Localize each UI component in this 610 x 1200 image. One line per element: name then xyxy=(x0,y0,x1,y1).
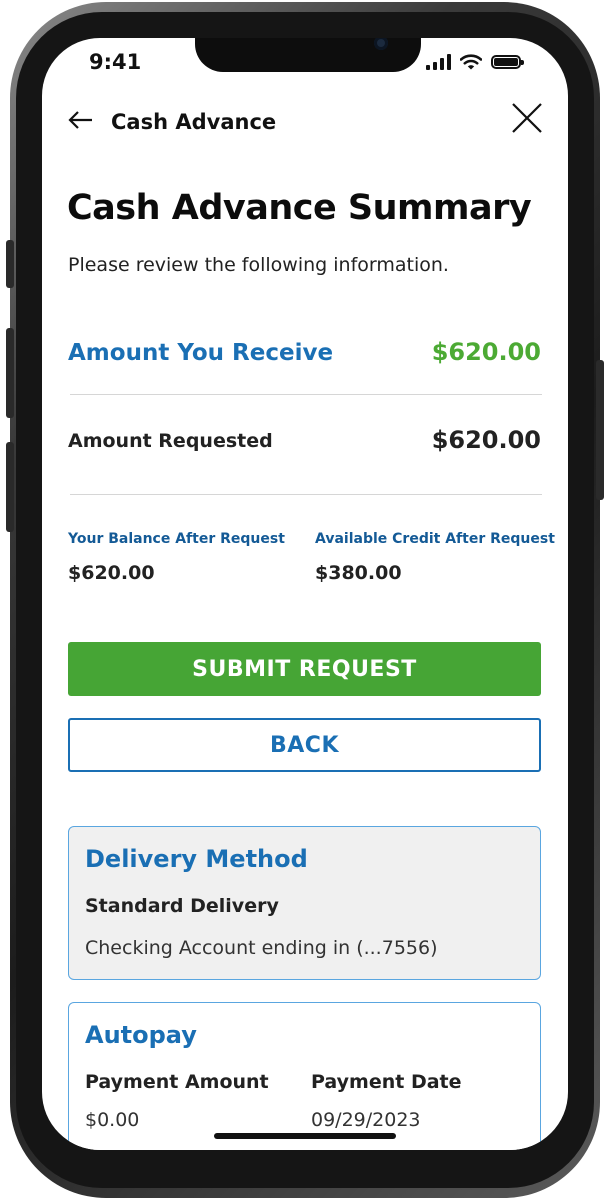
arrow-left-icon[interactable] xyxy=(68,108,94,132)
cellular-signal-icon xyxy=(426,54,451,70)
volume-down-button xyxy=(6,442,14,532)
delivery-account: Checking Account ending in (...7556) xyxy=(85,937,438,959)
autopay-card: Autopay Payment Amount Payment Date $0.0… xyxy=(68,1002,541,1150)
page-title: Cash Advance Summary xyxy=(67,188,532,228)
amount-requested-label: Amount Requested xyxy=(68,430,273,452)
wifi-icon xyxy=(460,54,482,70)
amount-receive-value: $620.00 xyxy=(431,338,541,366)
autopay-title: Autopay xyxy=(85,1021,197,1049)
divider xyxy=(70,394,542,395)
amount-requested-value: $620.00 xyxy=(431,426,541,454)
payment-date-label: Payment Date xyxy=(311,1071,462,1093)
status-time: 9:41 xyxy=(89,50,142,74)
header-title: Cash Advance xyxy=(111,110,277,134)
back-button[interactable]: BACK xyxy=(68,718,541,772)
mute-switch xyxy=(6,240,14,288)
balance-after-label: Your Balance After Request xyxy=(68,531,285,547)
credit-after-value: $380.00 xyxy=(315,562,402,584)
payment-amount-value: $0.00 xyxy=(85,1109,140,1131)
payment-date-value: 09/29/2023 xyxy=(311,1109,421,1131)
submit-request-button[interactable]: SUBMIT REQUEST xyxy=(68,642,541,696)
balance-after-value: $620.00 xyxy=(68,562,155,584)
page-subtitle: Please review the following information. xyxy=(68,254,449,276)
notch xyxy=(195,38,421,72)
volume-up-button xyxy=(6,328,14,418)
front-camera xyxy=(374,38,388,50)
credit-after-label: Available Credit After Request xyxy=(315,531,555,547)
status-icons xyxy=(426,52,524,72)
delivery-method-title: Delivery Method xyxy=(85,845,308,873)
amount-receive-label: Amount You Receive xyxy=(68,340,334,366)
divider xyxy=(70,494,542,495)
payment-amount-label: Payment Amount xyxy=(85,1071,269,1093)
home-indicator[interactable] xyxy=(214,1133,396,1139)
screen: 9:41 Cash Advance Cash Advance Summary P… xyxy=(42,38,568,1150)
close-icon[interactable] xyxy=(510,101,544,135)
battery-icon xyxy=(491,55,524,69)
power-button xyxy=(596,360,604,500)
delivery-method-name: Standard Delivery xyxy=(85,895,279,917)
delivery-method-card: Delivery Method Standard Delivery Checki… xyxy=(68,826,541,980)
